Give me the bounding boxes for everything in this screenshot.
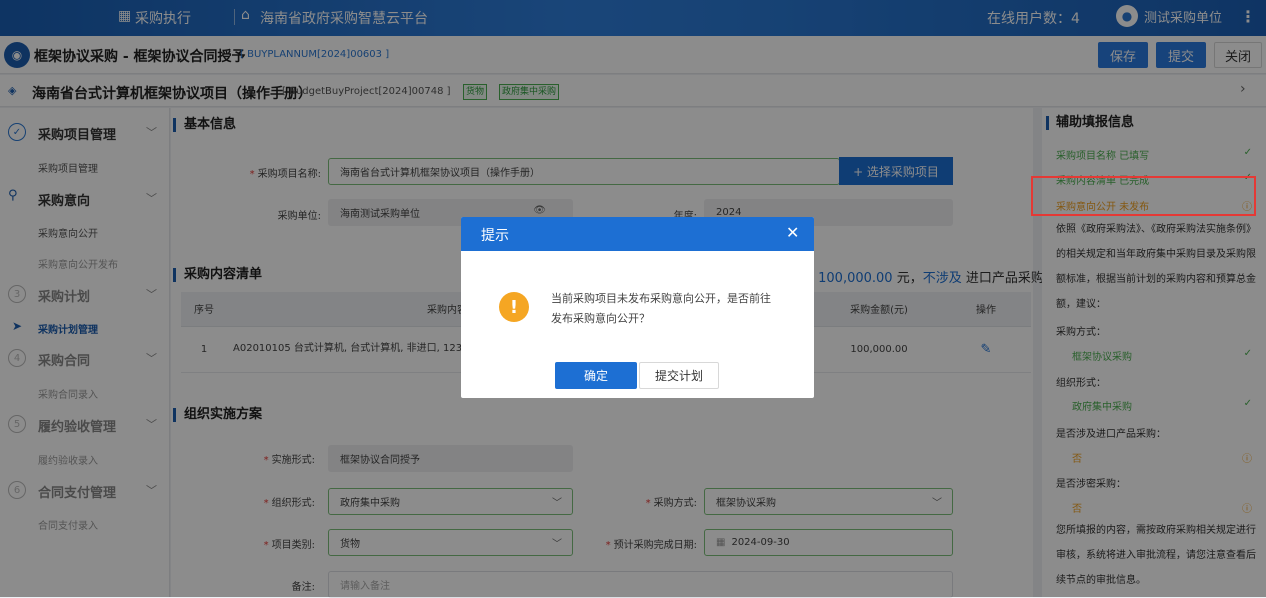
submit-plan-button[interactable]: 提交计划: [639, 362, 719, 389]
dialog-title: 提示: [481, 228, 509, 244]
exclamation-icon: !: [499, 292, 529, 322]
confirm-button[interactable]: 确定: [555, 362, 637, 389]
dialog-header: 提示 ✕: [461, 217, 814, 251]
prompt-dialog: 提示 ✕ ! 当前采购项目未发布采购意向公开，是否前往发布采购意向公开？ 确定 …: [461, 217, 814, 398]
close-icon[interactable]: ✕: [786, 223, 799, 242]
dialog-message: 当前采购项目未发布采购意向公开，是否前往发布采购意向公开？: [551, 292, 771, 325]
highlight-box: [1031, 176, 1256, 216]
